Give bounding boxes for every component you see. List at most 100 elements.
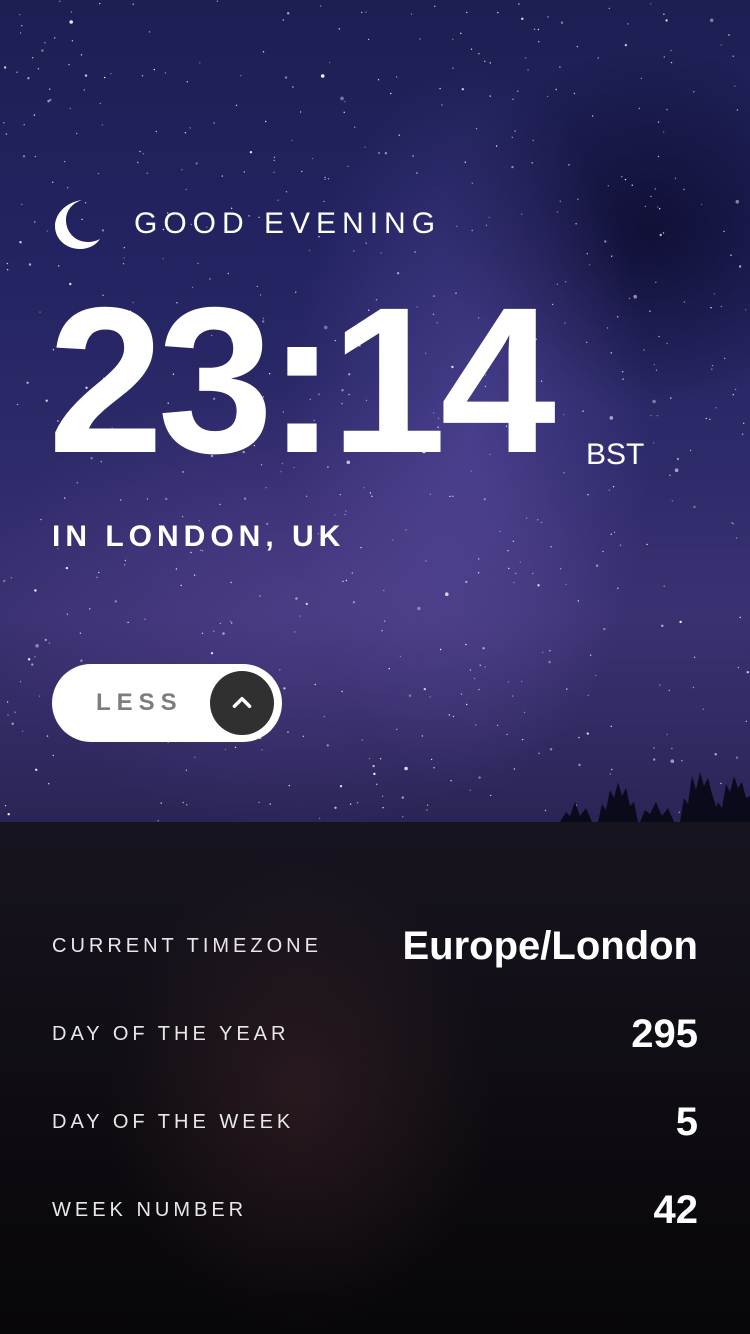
star — [512, 695, 514, 697]
star — [531, 162, 533, 164]
star — [515, 572, 517, 575]
star — [54, 37, 56, 39]
star — [124, 564, 126, 566]
star — [354, 126, 356, 128]
star — [445, 592, 449, 596]
star — [384, 620, 386, 622]
star — [104, 76, 106, 79]
star — [508, 567, 510, 570]
star — [328, 61, 331, 64]
star — [532, 572, 534, 575]
star — [465, 580, 468, 584]
star — [610, 533, 612, 535]
star — [408, 694, 412, 697]
star — [452, 67, 454, 69]
star — [345, 579, 348, 582]
star — [713, 293, 716, 295]
star — [399, 655, 402, 658]
star — [144, 618, 146, 620]
star — [650, 415, 652, 417]
star — [341, 690, 343, 693]
star — [68, 63, 70, 66]
star — [657, 155, 660, 158]
treeline-silhouette — [560, 772, 750, 822]
star — [663, 585, 665, 587]
star — [514, 130, 516, 132]
star — [512, 540, 514, 542]
star — [98, 571, 100, 574]
star — [364, 146, 366, 148]
star — [405, 529, 407, 531]
star — [728, 34, 730, 36]
star — [475, 128, 478, 130]
star — [99, 2, 101, 5]
star — [693, 656, 696, 658]
star — [521, 17, 524, 20]
star — [3, 122, 5, 124]
star — [715, 407, 717, 409]
star — [732, 523, 734, 525]
star — [27, 77, 30, 80]
star — [608, 7, 610, 10]
detail-label: CURRENT TIMEZONE — [52, 934, 322, 957]
star — [560, 568, 562, 570]
star — [16, 403, 19, 406]
clock-row: 23:14 BST — [48, 277, 644, 485]
star — [235, 104, 238, 107]
star — [470, 48, 473, 50]
star — [495, 145, 498, 147]
star — [334, 514, 336, 516]
star — [743, 422, 745, 424]
star — [683, 188, 685, 191]
star — [262, 51, 265, 53]
star — [676, 457, 680, 461]
star — [305, 602, 308, 606]
star — [344, 513, 346, 516]
star — [137, 161, 139, 164]
star — [624, 43, 628, 47]
star — [565, 583, 567, 586]
star — [709, 18, 714, 23]
star — [523, 711, 526, 714]
star — [164, 72, 167, 74]
less-toggle-button[interactable]: LESS — [52, 664, 282, 742]
star — [69, 107, 71, 110]
star — [70, 11, 73, 13]
star — [301, 170, 303, 173]
star — [381, 630, 383, 632]
star — [441, 104, 443, 106]
star — [7, 714, 9, 716]
star — [345, 510, 347, 512]
star — [40, 518, 42, 521]
star — [83, 89, 86, 91]
star — [475, 724, 477, 726]
star — [484, 60, 486, 62]
star — [683, 301, 686, 303]
star — [576, 45, 579, 48]
star — [120, 499, 122, 501]
star — [489, 95, 491, 97]
star — [219, 503, 221, 506]
star — [221, 175, 223, 177]
star — [588, 264, 591, 266]
star — [416, 172, 418, 174]
star — [650, 195, 652, 198]
star — [383, 589, 385, 592]
star — [663, 13, 665, 15]
star — [344, 100, 346, 103]
star — [49, 88, 51, 90]
star — [320, 74, 325, 78]
star — [243, 497, 247, 500]
star — [731, 522, 733, 524]
star — [423, 687, 426, 691]
star — [611, 255, 613, 257]
detail-label: WEEK NUMBER — [52, 1198, 248, 1221]
star — [649, 310, 651, 312]
star — [655, 281, 657, 283]
star — [19, 14, 21, 16]
star — [28, 263, 32, 266]
star — [474, 677, 476, 680]
star — [693, 505, 696, 509]
star — [351, 572, 353, 574]
star — [741, 433, 744, 435]
